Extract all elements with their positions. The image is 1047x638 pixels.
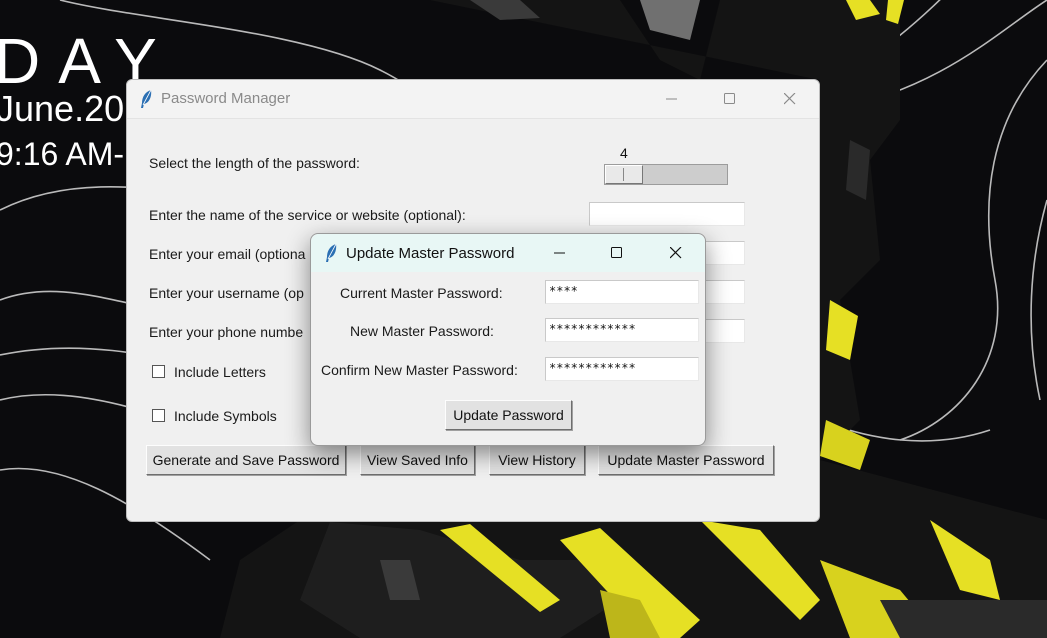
generate-save-button[interactable]: Generate and Save Password [146,445,346,475]
dialog-title: Update Master Password [346,245,515,262]
feather-icon [141,89,152,108]
length-value: 4 [620,145,628,161]
include-symbols-checkbox[interactable] [152,409,165,422]
main-window-title: Password Manager [161,90,291,107]
new-password-label: New Master Password: [350,323,494,339]
confirm-password-label: Confirm New Master Password: [321,362,518,378]
email-label: Enter your email (optiona [149,246,306,262]
close-icon [784,93,796,105]
close-button[interactable] [767,80,813,118]
dialog-minimize-button[interactable] [537,234,583,272]
dialog-titlebar[interactable]: Update Master Password [311,234,705,272]
dialog-close-button[interactable] [653,234,699,272]
clock-time: 9:16 AM- [0,136,125,172]
maximize-icon [724,93,735,104]
length-label: Select the length of the password: [149,155,360,171]
feather-icon [326,243,337,262]
include-symbols-label[interactable]: Include Symbols [174,408,277,424]
close-icon [670,247,682,259]
update-master-password-button[interactable]: Update Master Password [598,445,774,475]
view-saved-info-button[interactable]: View Saved Info [360,445,475,475]
dialog-maximize-button[interactable] [594,234,640,272]
current-password-input[interactable]: **** [545,280,699,304]
current-password-label: Current Master Password: [340,285,503,301]
minimize-button[interactable] [649,80,695,118]
phone-label: Enter your phone numbe [149,324,304,340]
new-password-input[interactable]: ************ [545,318,699,342]
main-titlebar[interactable]: Password Manager [127,80,819,119]
include-letters-checkbox[interactable] [152,365,165,378]
minimize-icon [554,252,565,254]
username-label: Enter your username (op [149,285,304,301]
update-master-password-dialog: Update Master Password Current Master Pa… [310,233,706,446]
maximize-icon [611,247,622,258]
confirm-password-input[interactable]: ************ [545,357,699,381]
length-slider-handle[interactable] [605,165,643,184]
maximize-button[interactable] [707,80,753,118]
update-password-button[interactable]: Update Password [445,400,572,430]
view-history-button[interactable]: View History [489,445,585,475]
include-letters-label[interactable]: Include Letters [174,364,266,380]
service-label: Enter the name of the service or website… [149,207,466,223]
minimize-icon [666,98,677,100]
service-input[interactable] [589,202,745,226]
clock-date: June.20 [0,88,125,129]
